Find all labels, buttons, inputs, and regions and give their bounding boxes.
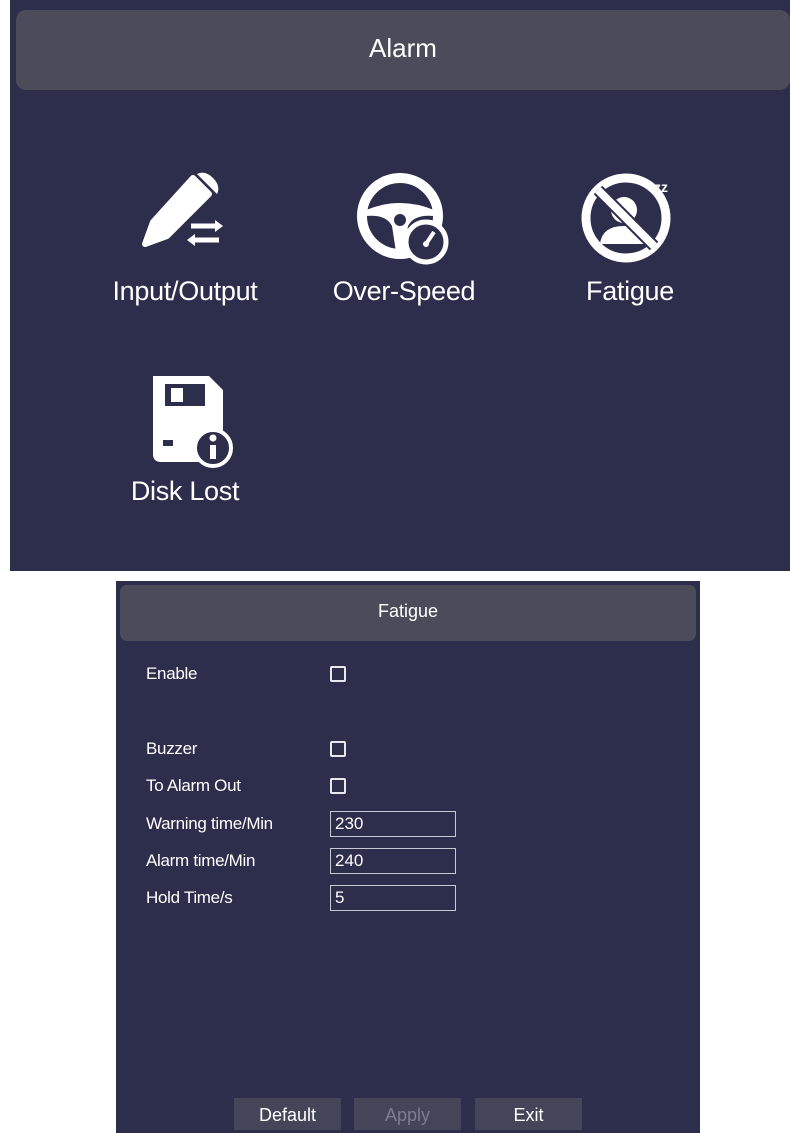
hold-time-label: Hold Time/s	[146, 888, 233, 907]
enable-label: Enable	[146, 664, 198, 683]
alarm-time-input[interactable]: 240	[330, 848, 456, 874]
alarm-out-checkbox[interactable]	[330, 778, 346, 794]
pencil-arrows-icon	[142, 172, 223, 247]
default-button[interactable]: Default	[234, 1098, 341, 1130]
menu-item-label: Fatigue	[586, 276, 674, 306]
menu-item-label: Disk Lost	[130, 476, 240, 506]
menu-item-label: Over-Speed	[332, 276, 476, 306]
alarm-menu-panel: Alarm Input/Output Over-Speed zz Fatigue…	[10, 0, 790, 571]
warning-time-row: Warning time/Min 230	[146, 811, 666, 837]
hold-time-row: Hold Time/s 5	[146, 885, 666, 911]
steering-speedometer-icon	[357, 173, 449, 265]
menu-item-disk-lost[interactable]: Disk Lost	[85, 370, 285, 507]
buzzer-row: Buzzer	[146, 736, 666, 762]
floppy-info-icon	[153, 376, 233, 468]
enable-checkbox[interactable]	[330, 666, 346, 682]
alarm-title: Alarm	[369, 33, 437, 63]
menu-item-label: Input/Output	[112, 276, 258, 306]
warning-time-label: Warning time/Min	[146, 814, 273, 833]
menu-item-over-speed[interactable]: Over-Speed	[304, 170, 504, 307]
buzzer-checkbox[interactable]	[330, 741, 346, 757]
alarm-time-label: Alarm time/Min	[146, 851, 256, 870]
apply-button[interactable]: Apply	[354, 1098, 461, 1130]
menu-item-fatigue[interactable]: zz Fatigue	[530, 170, 730, 307]
fatigue-settings-dialog: Fatigue Enable Buzzer To Alarm Out Warni…	[116, 581, 700, 1133]
warning-time-input[interactable]: 230	[330, 811, 456, 837]
dialog-title-bar: Fatigue	[120, 585, 696, 641]
exit-button[interactable]: Exit	[475, 1098, 582, 1130]
alarm-title-bar: Alarm	[16, 10, 790, 90]
svg-text:zz: zz	[654, 179, 668, 195]
hold-time-input[interactable]: 5	[330, 885, 456, 911]
alarm-time-row: Alarm time/Min 240	[146, 848, 666, 874]
menu-item-input-output[interactable]: Input/Output	[85, 170, 285, 307]
dialog-title: Fatigue	[377, 601, 439, 621]
alarm-out-label: To Alarm Out	[146, 776, 241, 795]
enable-row: Enable	[146, 661, 666, 687]
no-sleep-person-icon: zz	[581, 173, 671, 263]
alarm-out-row: To Alarm Out	[146, 773, 666, 799]
buzzer-label: Buzzer	[146, 739, 198, 758]
